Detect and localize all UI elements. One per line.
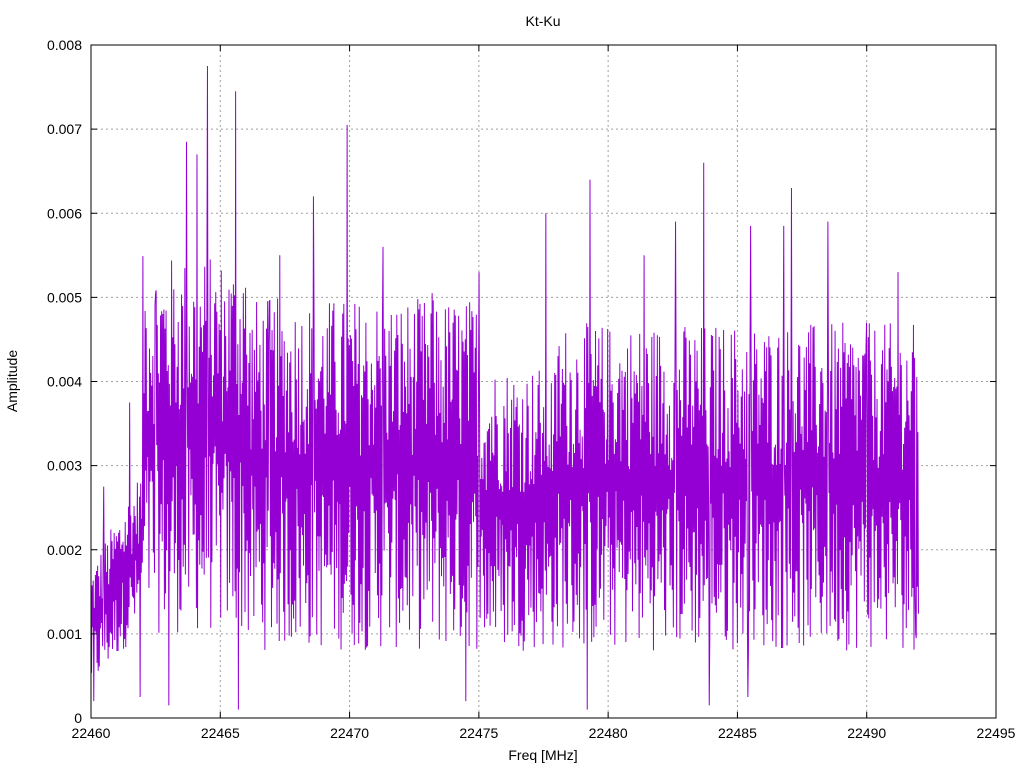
x-tick-label: 22490 [847,725,886,741]
y-tick-label: 0.005 [47,289,82,305]
y-tick-label: 0.004 [47,374,82,390]
x-tick-label: 22475 [459,725,498,741]
x-tick-label: 22465 [201,725,240,741]
line-chart: Kt-Ku 22460 22465 22470 22475 22480 22485 2249… [4,13,1016,763]
x-tick-label: 22495 [977,725,1016,741]
x-tick-label: 22460 [72,725,111,741]
x-tick-label: 22470 [330,725,369,741]
y-tick-label: 0.001 [47,626,82,642]
y-tick-label: 0.008 [47,37,82,53]
x-tick-label: 22485 [718,725,757,741]
x-axis-label: Freq [MHz] [508,747,577,763]
y-axis-label: Amplitude [4,350,20,412]
x-tick-label: 22480 [589,725,628,741]
series-layer [90,66,919,710]
y-tick-label: 0 [74,710,82,726]
y-tick-label: 0.007 [47,121,82,137]
chart-title: Kt-Ku [525,13,560,29]
y-tick-label: 0.003 [47,458,82,474]
y-tick-label: 0.006 [47,205,82,221]
y-tick-label: 0.002 [47,542,82,558]
series-line-0 [90,66,919,710]
